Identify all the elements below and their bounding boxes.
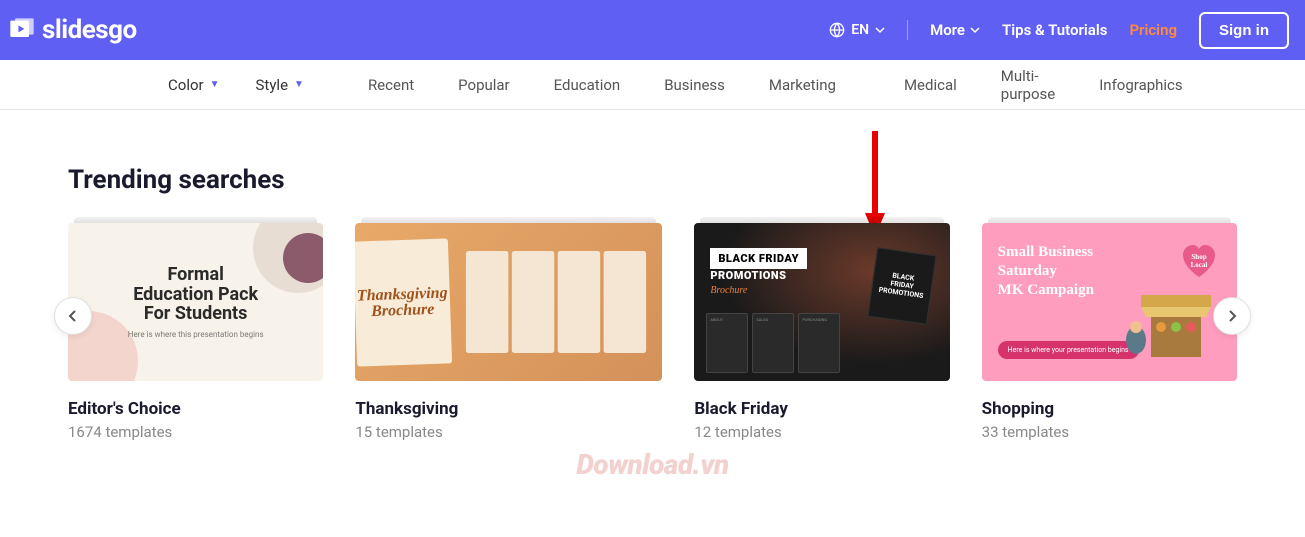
- category-education[interactable]: Education: [532, 76, 643, 94]
- carousel-next-button[interactable]: [1213, 297, 1251, 335]
- card-editors-choice[interactable]: FormalEducation PackFor Students Here is…: [68, 223, 323, 441]
- heart-badge-icon: ShopLocal: [1177, 237, 1221, 281]
- style-filter[interactable]: Style▼: [238, 76, 322, 94]
- content-area: Trending searches FormalEducation PackFo…: [0, 110, 1305, 471]
- svg-text:Local: Local: [1191, 261, 1208, 269]
- category-popular[interactable]: Popular: [436, 76, 532, 94]
- card-subtitle: 33 templates: [982, 423, 1237, 441]
- color-filter[interactable]: Color▼: [150, 76, 238, 94]
- cards-carousel: FormalEducation PackFor Students Here is…: [68, 223, 1237, 441]
- main-header: slidesgo EN More Tips & Tutorials Pricin…: [0, 0, 1305, 60]
- chevron-left-icon: [66, 309, 80, 323]
- section-title: Trending searches: [68, 165, 1237, 195]
- globe-icon: [829, 22, 845, 38]
- card-shopping[interactable]: Small BusinessSaturdayMK Campaign ShopLo…: [982, 223, 1237, 441]
- card-thumbnail: Small BusinessSaturdayMK Campaign ShopLo…: [982, 223, 1237, 381]
- chevron-down-icon: [970, 25, 980, 35]
- cards-row: FormalEducation PackFor Students Here is…: [68, 223, 1237, 441]
- category-recent[interactable]: Recent: [346, 76, 436, 94]
- card-subtitle: 15 templates: [355, 423, 662, 441]
- chevron-down-icon: [875, 25, 885, 35]
- language-selector[interactable]: EN: [829, 22, 885, 38]
- thumb-title: FormalEducation PackFor Students: [133, 265, 258, 324]
- card-title: Thanksgiving: [355, 399, 662, 419]
- category-infographics[interactable]: Infographics: [1077, 76, 1204, 94]
- card-black-friday[interactable]: BLACK FRIDAY PROMOTIONS Brochure BLACK F…: [694, 223, 949, 441]
- card-title: Shopping: [982, 399, 1237, 419]
- card-thanksgiving[interactable]: Thanksgiving Brochure Thanksgiving 15 te…: [355, 223, 662, 441]
- card-thumbnail: BLACK FRIDAY PROMOTIONS Brochure BLACK F…: [694, 223, 949, 381]
- more-menu[interactable]: More: [930, 21, 980, 39]
- pricing-link[interactable]: Pricing: [1129, 21, 1177, 39]
- header-nav: EN More Tips & Tutorials Pricing Sign in: [829, 12, 1289, 49]
- card-subtitle: 12 templates: [694, 423, 949, 441]
- category-marketing[interactable]: Marketing: [747, 76, 858, 94]
- carousel-prev-button[interactable]: [54, 297, 92, 335]
- divider: [907, 20, 908, 40]
- thumb-subtitle: Here is where this presentation begins: [128, 330, 264, 339]
- card-title: Editor's Choice: [68, 399, 323, 419]
- category-business[interactable]: Business: [642, 76, 747, 94]
- watermark: Download.vn: [576, 448, 728, 481]
- svg-text:Shop: Shop: [1191, 253, 1206, 261]
- category-multipurpose[interactable]: Multi-purpose: [979, 67, 1077, 103]
- logo-icon: [8, 16, 36, 44]
- caret-down-icon: ▼: [210, 79, 220, 90]
- logo-text: slidesgo: [42, 15, 137, 45]
- caret-down-icon: ▼: [294, 79, 304, 90]
- lang-code: EN: [851, 22, 869, 38]
- category-medical[interactable]: Medical: [882, 76, 979, 94]
- card-subtitle: 1674 templates: [68, 423, 323, 441]
- market-stand-icon: [1121, 285, 1221, 373]
- signin-button[interactable]: Sign in: [1199, 12, 1289, 49]
- chevron-right-icon: [1225, 309, 1239, 323]
- card-title: Black Friday: [694, 399, 949, 419]
- logo[interactable]: slidesgo: [8, 15, 137, 45]
- category-nav: Color▼ Style▼ Recent Popular Education B…: [0, 60, 1305, 110]
- card-thumbnail: FormalEducation PackFor Students Here is…: [68, 223, 323, 381]
- tips-link[interactable]: Tips & Tutorials: [1002, 21, 1107, 39]
- card-thumbnail: Thanksgiving Brochure: [355, 223, 662, 381]
